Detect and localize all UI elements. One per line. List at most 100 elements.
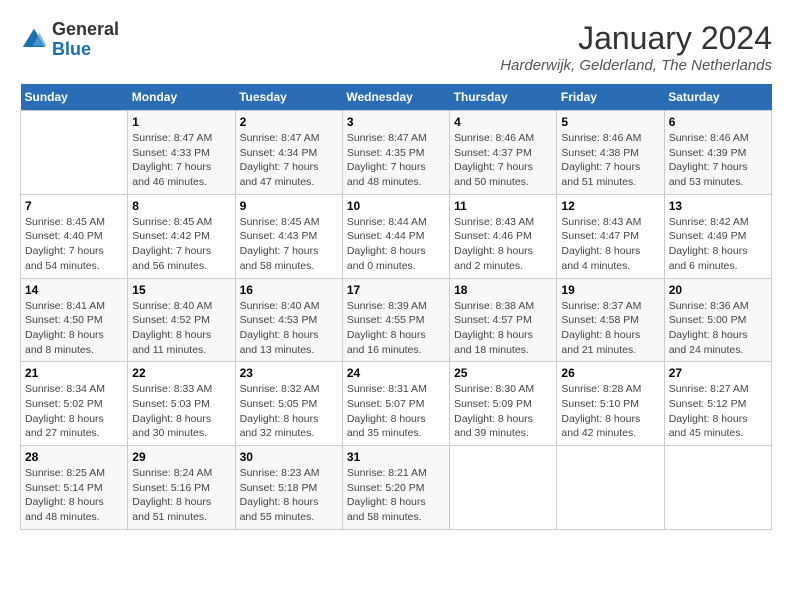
day-info: Sunrise: 8:44 AMSunset: 4:44 PMDaylight:… bbox=[347, 215, 445, 274]
calendar-cell: 12 Sunrise: 8:43 AMSunset: 4:47 PMDaylig… bbox=[557, 194, 664, 278]
day-number: 14 bbox=[25, 283, 123, 297]
day-number: 22 bbox=[132, 366, 230, 380]
calendar-cell: 14 Sunrise: 8:41 AMSunset: 4:50 PMDaylig… bbox=[21, 278, 128, 362]
calendar-cell: 15 Sunrise: 8:40 AMSunset: 4:52 PMDaylig… bbox=[128, 278, 235, 362]
day-info: Sunrise: 8:37 AMSunset: 4:58 PMDaylight:… bbox=[561, 299, 659, 358]
day-number: 9 bbox=[240, 199, 338, 213]
calendar-cell: 13 Sunrise: 8:42 AMSunset: 4:49 PMDaylig… bbox=[664, 194, 771, 278]
day-number: 30 bbox=[240, 450, 338, 464]
calendar-header-row: SundayMondayTuesdayWednesdayThursdayFrid… bbox=[21, 84, 772, 111]
day-info: Sunrise: 8:27 AMSunset: 5:12 PMDaylight:… bbox=[669, 382, 767, 441]
logo-text: General Blue bbox=[52, 20, 119, 60]
day-number: 21 bbox=[25, 366, 123, 380]
day-number: 31 bbox=[347, 450, 445, 464]
calendar-cell: 5 Sunrise: 8:46 AMSunset: 4:38 PMDayligh… bbox=[557, 111, 664, 195]
day-info: Sunrise: 8:43 AMSunset: 4:47 PMDaylight:… bbox=[561, 215, 659, 274]
day-info: Sunrise: 8:43 AMSunset: 4:46 PMDaylight:… bbox=[454, 215, 552, 274]
day-info: Sunrise: 8:46 AMSunset: 4:37 PMDaylight:… bbox=[454, 131, 552, 190]
day-info: Sunrise: 8:34 AMSunset: 5:02 PMDaylight:… bbox=[25, 382, 123, 441]
day-info: Sunrise: 8:23 AMSunset: 5:18 PMDaylight:… bbox=[240, 466, 338, 525]
day-number: 27 bbox=[669, 366, 767, 380]
calendar-cell: 2 Sunrise: 8:47 AMSunset: 4:34 PMDayligh… bbox=[235, 111, 342, 195]
calendar-cell bbox=[557, 446, 664, 530]
calendar-cell: 20 Sunrise: 8:36 AMSunset: 5:00 PMDaylig… bbox=[664, 278, 771, 362]
calendar-week-row: 7 Sunrise: 8:45 AMSunset: 4:40 PMDayligh… bbox=[21, 194, 772, 278]
day-number: 26 bbox=[561, 366, 659, 380]
calendar-cell: 3 Sunrise: 8:47 AMSunset: 4:35 PMDayligh… bbox=[342, 111, 449, 195]
calendar-week-row: 14 Sunrise: 8:41 AMSunset: 4:50 PMDaylig… bbox=[21, 278, 772, 362]
day-info: Sunrise: 8:24 AMSunset: 5:16 PMDaylight:… bbox=[132, 466, 230, 525]
day-number: 15 bbox=[132, 283, 230, 297]
header-tuesday: Tuesday bbox=[235, 84, 342, 111]
calendar-cell: 25 Sunrise: 8:30 AMSunset: 5:09 PMDaylig… bbox=[450, 362, 557, 446]
day-number: 23 bbox=[240, 366, 338, 380]
calendar-cell: 9 Sunrise: 8:45 AMSunset: 4:43 PMDayligh… bbox=[235, 194, 342, 278]
logo-icon bbox=[20, 26, 48, 54]
calendar-cell: 23 Sunrise: 8:32 AMSunset: 5:05 PMDaylig… bbox=[235, 362, 342, 446]
calendar-cell: 19 Sunrise: 8:37 AMSunset: 4:58 PMDaylig… bbox=[557, 278, 664, 362]
calendar-cell: 21 Sunrise: 8:34 AMSunset: 5:02 PMDaylig… bbox=[21, 362, 128, 446]
day-info: Sunrise: 8:28 AMSunset: 5:10 PMDaylight:… bbox=[561, 382, 659, 441]
day-number: 2 bbox=[240, 115, 338, 129]
day-number: 11 bbox=[454, 199, 552, 213]
day-info: Sunrise: 8:33 AMSunset: 5:03 PMDaylight:… bbox=[132, 382, 230, 441]
day-info: Sunrise: 8:32 AMSunset: 5:05 PMDaylight:… bbox=[240, 382, 338, 441]
day-number: 4 bbox=[454, 115, 552, 129]
calendar-cell: 4 Sunrise: 8:46 AMSunset: 4:37 PMDayligh… bbox=[450, 111, 557, 195]
calendar-cell: 24 Sunrise: 8:31 AMSunset: 5:07 PMDaylig… bbox=[342, 362, 449, 446]
calendar-cell: 8 Sunrise: 8:45 AMSunset: 4:42 PMDayligh… bbox=[128, 194, 235, 278]
calendar-cell: 26 Sunrise: 8:28 AMSunset: 5:10 PMDaylig… bbox=[557, 362, 664, 446]
calendar-cell: 6 Sunrise: 8:46 AMSunset: 4:39 PMDayligh… bbox=[664, 111, 771, 195]
calendar-cell bbox=[450, 446, 557, 530]
calendar-cell: 10 Sunrise: 8:44 AMSunset: 4:44 PMDaylig… bbox=[342, 194, 449, 278]
day-info: Sunrise: 8:47 AMSunset: 4:35 PMDaylight:… bbox=[347, 131, 445, 190]
day-info: Sunrise: 8:25 AMSunset: 5:14 PMDaylight:… bbox=[25, 466, 123, 525]
day-number: 6 bbox=[669, 115, 767, 129]
day-info: Sunrise: 8:46 AMSunset: 4:39 PMDaylight:… bbox=[669, 131, 767, 190]
day-number: 3 bbox=[347, 115, 445, 129]
day-info: Sunrise: 8:47 AMSunset: 4:33 PMDaylight:… bbox=[132, 131, 230, 190]
day-info: Sunrise: 8:40 AMSunset: 4:52 PMDaylight:… bbox=[132, 299, 230, 358]
day-number: 19 bbox=[561, 283, 659, 297]
calendar-cell: 18 Sunrise: 8:38 AMSunset: 4:57 PMDaylig… bbox=[450, 278, 557, 362]
calendar-week-row: 1 Sunrise: 8:47 AMSunset: 4:33 PMDayligh… bbox=[21, 111, 772, 195]
day-number: 7 bbox=[25, 199, 123, 213]
calendar-cell bbox=[21, 111, 128, 195]
calendar-cell: 1 Sunrise: 8:47 AMSunset: 4:33 PMDayligh… bbox=[128, 111, 235, 195]
day-info: Sunrise: 8:30 AMSunset: 5:09 PMDaylight:… bbox=[454, 382, 552, 441]
logo: General Blue bbox=[20, 20, 119, 60]
calendar-cell: 28 Sunrise: 8:25 AMSunset: 5:14 PMDaylig… bbox=[21, 446, 128, 530]
day-number: 10 bbox=[347, 199, 445, 213]
calendar-cell: 30 Sunrise: 8:23 AMSunset: 5:18 PMDaylig… bbox=[235, 446, 342, 530]
day-number: 24 bbox=[347, 366, 445, 380]
calendar-cell: 31 Sunrise: 8:21 AMSunset: 5:20 PMDaylig… bbox=[342, 446, 449, 530]
location-title: Harderwijk, Gelderland, The Netherlands bbox=[500, 57, 772, 74]
day-number: 17 bbox=[347, 283, 445, 297]
title-section: January 2024 Harderwijk, Gelderland, The… bbox=[500, 20, 772, 74]
calendar-cell: 29 Sunrise: 8:24 AMSunset: 5:16 PMDaylig… bbox=[128, 446, 235, 530]
logo-general: General bbox=[52, 19, 119, 39]
day-number: 29 bbox=[132, 450, 230, 464]
calendar-cell: 17 Sunrise: 8:39 AMSunset: 4:55 PMDaylig… bbox=[342, 278, 449, 362]
day-number: 25 bbox=[454, 366, 552, 380]
day-info: Sunrise: 8:45 AMSunset: 4:43 PMDaylight:… bbox=[240, 215, 338, 274]
day-info: Sunrise: 8:38 AMSunset: 4:57 PMDaylight:… bbox=[454, 299, 552, 358]
day-info: Sunrise: 8:31 AMSunset: 5:07 PMDaylight:… bbox=[347, 382, 445, 441]
day-info: Sunrise: 8:46 AMSunset: 4:38 PMDaylight:… bbox=[561, 131, 659, 190]
calendar-week-row: 28 Sunrise: 8:25 AMSunset: 5:14 PMDaylig… bbox=[21, 446, 772, 530]
day-info: Sunrise: 8:41 AMSunset: 4:50 PMDaylight:… bbox=[25, 299, 123, 358]
day-info: Sunrise: 8:36 AMSunset: 5:00 PMDaylight:… bbox=[669, 299, 767, 358]
header-wednesday: Wednesday bbox=[342, 84, 449, 111]
day-info: Sunrise: 8:39 AMSunset: 4:55 PMDaylight:… bbox=[347, 299, 445, 358]
header-sunday: Sunday bbox=[21, 84, 128, 111]
calendar-cell bbox=[664, 446, 771, 530]
calendar-cell: 11 Sunrise: 8:43 AMSunset: 4:46 PMDaylig… bbox=[450, 194, 557, 278]
day-number: 20 bbox=[669, 283, 767, 297]
header-monday: Monday bbox=[128, 84, 235, 111]
day-info: Sunrise: 8:40 AMSunset: 4:53 PMDaylight:… bbox=[240, 299, 338, 358]
calendar-cell: 16 Sunrise: 8:40 AMSunset: 4:53 PMDaylig… bbox=[235, 278, 342, 362]
day-number: 13 bbox=[669, 199, 767, 213]
day-info: Sunrise: 8:45 AMSunset: 4:40 PMDaylight:… bbox=[25, 215, 123, 274]
calendar-cell: 22 Sunrise: 8:33 AMSunset: 5:03 PMDaylig… bbox=[128, 362, 235, 446]
day-info: Sunrise: 8:42 AMSunset: 4:49 PMDaylight:… bbox=[669, 215, 767, 274]
